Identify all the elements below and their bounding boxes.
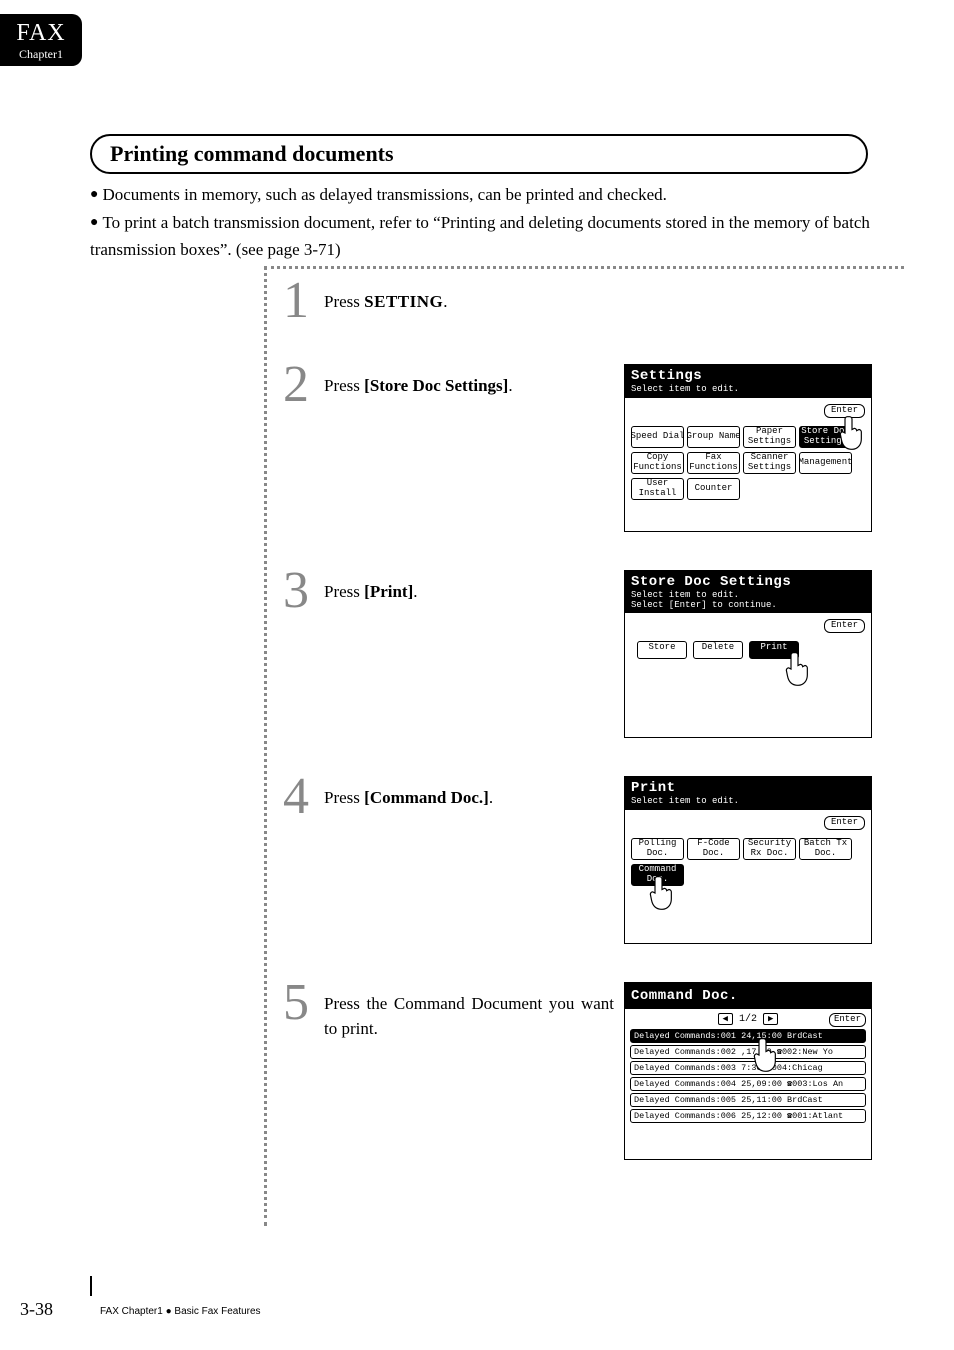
lcd-settings-body: Enter Speed Dial Group Name Paper Settin… xyxy=(625,398,871,530)
page-number: 3-38 xyxy=(20,1299,53,1320)
next-page-button[interactable]: ▶ xyxy=(763,1013,778,1025)
delete-button[interactable]: Delete xyxy=(693,641,743,659)
store-button[interactable]: Store xyxy=(637,641,687,659)
paper-settings-button[interactable]: Paper Settings xyxy=(743,426,796,448)
bullet-2: ●To print a batch transmission document,… xyxy=(90,210,880,263)
enter-button[interactable]: Enter xyxy=(824,404,865,418)
bullet-1: ●Documents in memory, such as delayed tr… xyxy=(90,182,880,208)
store-doc-settings-button[interactable]: Store Doc Settings xyxy=(799,426,852,448)
section-heading: Printing command documents xyxy=(90,134,868,174)
lcd-settings-header: Settings Select item to edit. xyxy=(625,365,871,398)
command-list-item[interactable]: Delayed Commands:003 7:30 ☎004:Chicag xyxy=(630,1061,866,1075)
chapter-tab: FAX Chapter1 xyxy=(0,14,82,66)
step-5-text: Press the Command Document you want to p… xyxy=(324,982,614,1041)
command-list-item[interactable]: Delayed Commands:005 25,11:00 BrdCast xyxy=(630,1093,866,1107)
step-4-number: 4 xyxy=(278,776,314,818)
lcd-cmd-header: Command Doc. xyxy=(625,983,871,1009)
lcd-store-doc: Store Doc Settings Select item to edit. … xyxy=(624,570,872,738)
user-install-button[interactable]: User Install xyxy=(631,478,684,500)
print-button[interactable]: Print xyxy=(749,641,799,659)
tab-title: FAX xyxy=(0,20,82,47)
tab-subtitle: Chapter1 xyxy=(0,47,82,62)
lcd-settings: Settings Select item to edit. Enter Spee… xyxy=(624,364,872,532)
lcd-cmd-pager: ◀ 1/2 ▶ Enter xyxy=(630,1013,866,1025)
speed-dial-button[interactable]: Speed Dial xyxy=(631,426,684,448)
lcd-settings-sub: Select item to edit. xyxy=(631,384,865,394)
command-list-item[interactable]: Delayed Commands:006 25,12:00 ☎001:Atlan… xyxy=(630,1109,866,1123)
lcd-store-header: Store Doc Settings Select item to edit. … xyxy=(625,571,871,613)
lcd-print: Print Select item to edit. Enter Polling… xyxy=(624,776,872,944)
lcd-store-body: Enter Store Delete Print xyxy=(625,613,871,734)
security-rx-doc-button[interactable]: Security Rx Doc. xyxy=(743,838,796,860)
step-3-text: Press [Print]. xyxy=(324,570,614,605)
bullet-2-text: To print a batch transmission document, … xyxy=(90,213,870,258)
command-doc-button[interactable]: Command Doc. xyxy=(631,864,684,886)
step-1: 1 Press SETTING. xyxy=(278,280,614,322)
step-4-text: Press [Command Doc.]. xyxy=(324,776,614,811)
lcd-cmd-body: ◀ 1/2 ▶ Enter Delayed Commands:001 24,15… xyxy=(625,1009,871,1159)
management-button[interactable]: Management xyxy=(799,452,852,474)
step-4: 4 Press [Command Doc.]. xyxy=(278,776,614,818)
lcd-print-title: Print xyxy=(631,780,865,796)
lcd-store-sub2: Select [Enter] to continue. xyxy=(631,600,865,610)
lcd-print-body: Enter Polling Doc. F-Code Doc. Security … xyxy=(625,810,871,942)
lcd-command-doc: Command Doc. ◀ 1/2 ▶ Enter Delayed Comma… xyxy=(624,982,872,1160)
step-2: 2 Press [Store Doc Settings]. xyxy=(278,364,614,406)
prev-page-button[interactable]: ◀ xyxy=(718,1013,733,1025)
copy-functions-button[interactable]: Copy Functions xyxy=(631,452,684,474)
dotted-separator-horizontal xyxy=(264,266,904,269)
scanner-settings-button[interactable]: Scanner Settings xyxy=(743,452,796,474)
group-name-button[interactable]: Group Name xyxy=(687,426,740,448)
lcd-cmd-title: Command Doc. xyxy=(631,988,865,1004)
page-indicator: 1/2 xyxy=(739,1014,757,1025)
lcd-store-sub1: Select item to edit. xyxy=(631,590,865,600)
step-5-number: 5 xyxy=(278,982,314,1024)
footer-text: FAX Chapter1 ● Basic Fax Features xyxy=(100,1306,261,1317)
section-heading-text: Printing command documents xyxy=(90,134,868,174)
command-list-item[interactable]: Delayed Commands:004 25,09:00 ☎003:Los A… xyxy=(630,1077,866,1091)
bullet-1-text: Documents in memory, such as delayed tra… xyxy=(102,185,666,204)
fcode-doc-button[interactable]: F-Code Doc. xyxy=(687,838,740,860)
lcd-store-title: Store Doc Settings xyxy=(631,574,865,590)
intro-paragraphs: ●Documents in memory, such as delayed tr… xyxy=(90,182,880,265)
lcd-settings-title: Settings xyxy=(631,368,865,384)
lcd-print-sub: Select item to edit. xyxy=(631,796,865,806)
enter-button[interactable]: Enter xyxy=(829,1013,866,1027)
dotted-separator-vertical xyxy=(264,266,267,1226)
batch-tx-doc-button[interactable]: Batch Tx Doc. xyxy=(799,838,852,860)
step-2-number: 2 xyxy=(278,364,314,406)
step-1-number: 1 xyxy=(278,280,314,322)
step-1-text: Press SETTING. xyxy=(324,280,614,315)
command-list-item[interactable]: Delayed Commands:002 ,17:00 ☎002:New Yo xyxy=(630,1045,866,1059)
counter-button[interactable]: Counter xyxy=(687,478,740,500)
polling-doc-button[interactable]: Polling Doc. xyxy=(631,838,684,860)
step-3: 3 Press [Print]. xyxy=(278,570,614,612)
footer-divider xyxy=(90,1276,92,1296)
step-5: 5 Press the Command Document you want to… xyxy=(278,982,614,1041)
step-3-number: 3 xyxy=(278,570,314,612)
lcd-print-header: Print Select item to edit. xyxy=(625,777,871,810)
fax-functions-button[interactable]: Fax Functions xyxy=(687,452,740,474)
enter-button[interactable]: Enter xyxy=(824,816,865,830)
step-2-text: Press [Store Doc Settings]. xyxy=(324,364,614,399)
enter-button[interactable]: Enter xyxy=(824,619,865,633)
command-list-item[interactable]: Delayed Commands:001 24,15:00 BrdCast xyxy=(630,1029,866,1043)
